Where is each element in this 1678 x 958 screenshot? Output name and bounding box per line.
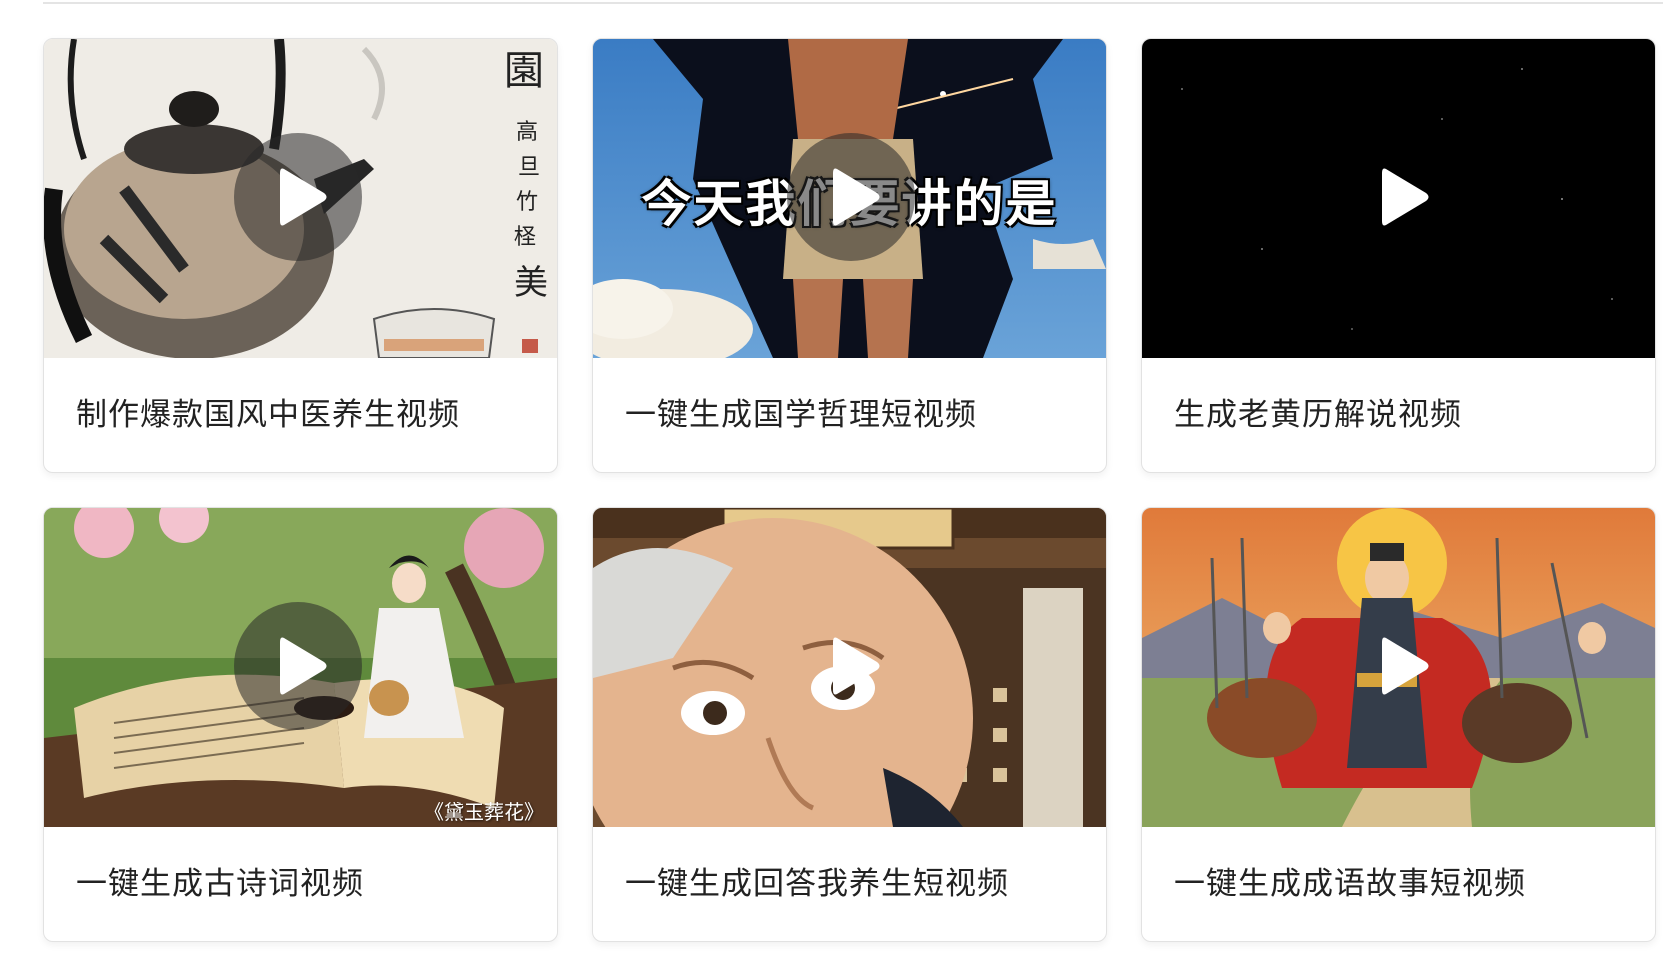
video-watermark: 《黛玉葬花》 [424, 800, 544, 824]
video-thumbnail[interactable] [593, 508, 1106, 827]
svg-text:美: 美 [514, 263, 548, 303]
video-template-card[interactable]: 園 高 旦 竹 柽 美 制作爆款国风中医养生视频 [43, 38, 558, 473]
divider [43, 2, 1663, 4]
play-button[interactable] [1336, 133, 1464, 261]
video-thumbnail[interactable] [1142, 508, 1655, 827]
card-title: 一键生成古诗词视频 [76, 866, 364, 902]
play-icon [1382, 168, 1429, 226]
video-template-card[interactable]: 一键生成成语故事短视频 [1141, 507, 1656, 942]
card-title: 生成老黄历解说视频 [1174, 397, 1462, 433]
video-template-card[interactable]: 今天我们要讲的是 一键生成国学哲理短视频 [592, 38, 1107, 473]
svg-text:竹: 竹 [516, 190, 538, 215]
card-title: 一键生成成语故事短视频 [1174, 866, 1526, 902]
video-template-card[interactable]: 《黛玉葬花》 一键生成古诗词视频 [43, 507, 558, 942]
svg-text:柽: 柽 [514, 225, 536, 250]
card-title: 一键生成国学哲理短视频 [625, 397, 977, 433]
card-title: 制作爆款国风中医养生视频 [76, 397, 460, 433]
play-button[interactable] [787, 602, 915, 730]
play-icon [280, 637, 327, 695]
video-template-card[interactable]: 生成老黄历解说视频 [1141, 38, 1656, 473]
play-button[interactable] [234, 133, 362, 261]
video-thumbnail[interactable] [1142, 39, 1655, 358]
play-button[interactable] [234, 602, 362, 730]
play-icon [1382, 637, 1429, 695]
play-icon [833, 168, 880, 226]
play-icon [833, 637, 880, 695]
svg-text:高: 高 [516, 120, 538, 145]
play-icon [280, 168, 327, 226]
video-thumbnail[interactable]: 《黛玉葬花》 [44, 508, 557, 827]
play-button[interactable] [787, 133, 915, 261]
video-template-card[interactable]: 一键生成回答我养生短视频 [592, 507, 1107, 942]
svg-text:園: 園 [504, 48, 544, 94]
template-gallery: 園 高 旦 竹 柽 美 制作爆款国风中医养生视频 一键生成国学哲理短视频 生成老… [0, 0, 1678, 958]
video-thumbnail[interactable]: 今天我们要讲的是 [593, 39, 1106, 358]
video-thumbnail[interactable]: 園 高 旦 竹 柽 美 [44, 39, 557, 358]
svg-text:旦: 旦 [518, 155, 540, 180]
card-title: 一键生成回答我养生短视频 [625, 866, 1009, 902]
play-button[interactable] [1336, 602, 1464, 730]
